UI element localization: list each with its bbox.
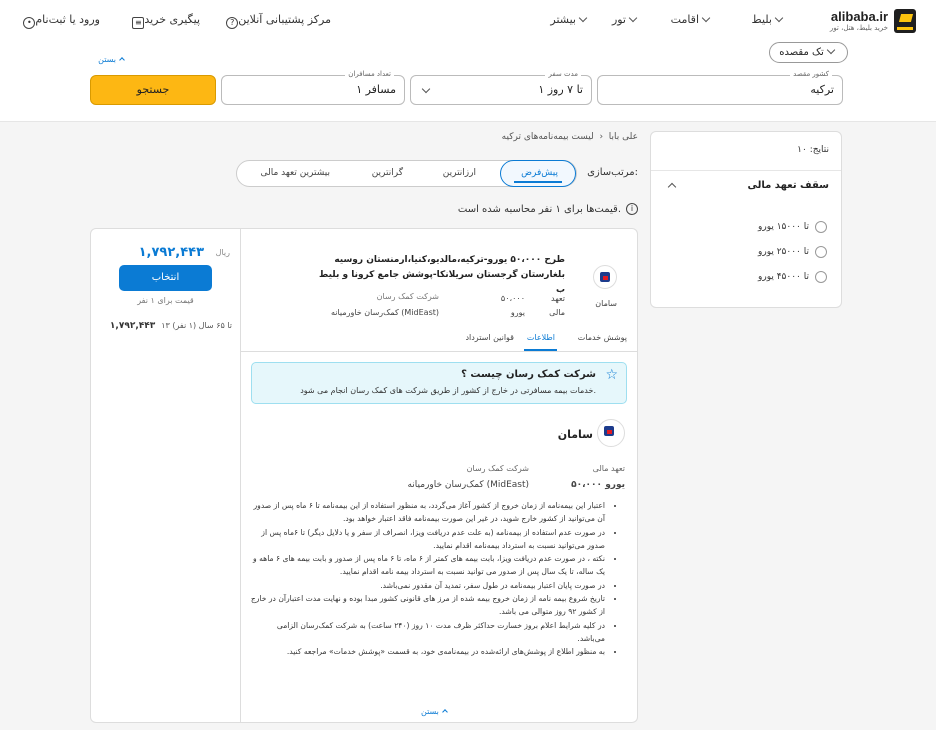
sort-default[interactable]: پیش‌فرض (521, 168, 558, 178)
filter-option-25000[interactable]: تا ۲۵۰۰۰ یورو (758, 246, 827, 258)
breadcrumb-separator-icon: ‹ (596, 132, 606, 142)
destination-country-field[interactable]: کشور مقصد ترکیه (597, 70, 843, 105)
detail-commitment-label: تعهد مالی (592, 464, 625, 473)
assist-company-alert: ☆ شرکت کمک رسان چیست ؟ خدمات بیمه مسافرت… (251, 362, 627, 404)
sort-cheapest[interactable]: ارزانترین (443, 168, 476, 178)
price-per-person: قیمت برای ۱ نفر (137, 296, 194, 305)
assist-label: شرکت کمک رسان (376, 292, 439, 301)
price-column: ۱,۷۹۲,۴۴۳ ریال انتخاب قیمت برای ۱ نفر ۱,… (91, 229, 241, 722)
search-button[interactable]: جستجو (90, 75, 216, 105)
breadcrumb: علی بابا ‹ لیست بیمه‌نامه‌های ترکیه (502, 132, 638, 142)
sort-bar: پیش‌فرض ارزانترین گرانترین بیشترین تعهد … (236, 160, 577, 187)
list-item: در صورت پایان اعتبار بیمه‌نامه در طول سف… (247, 579, 605, 592)
list-item: در صورت عدم استفاده از بیمه‌نامه (به علت… (247, 526, 605, 553)
price-value: ۱,۷۹۲,۴۴۳ (138, 245, 204, 260)
alert-description: خدمات بیمه مسافرتی در خارج از کشور از طر… (300, 386, 596, 395)
chevron-down-icon (701, 13, 711, 23)
radio-button[interactable] (815, 246, 827, 258)
list-item: در کلیه شرایط اعلام بروز خسارت حداکثر ظر… (247, 619, 605, 646)
receipt-icon: ≡ (132, 17, 145, 29)
assist-value: کمک‌رسان خاورمیانه (MidEast) (330, 308, 439, 317)
details-close-link[interactable]: بستن (421, 707, 451, 716)
chevron-down-icon (826, 45, 835, 55)
insurance-card: ۱,۷۹۲,۴۴۳ ریال انتخاب قیمت برای ۱ نفر ۱,… (90, 228, 638, 723)
list-item: به منظور اطلاع از پوشش‌های ارائه‌شده در … (247, 645, 605, 658)
chevron-down-icon (578, 13, 588, 23)
commitment-label: تعهد مالی (549, 294, 565, 317)
price-unit: ریال (215, 248, 230, 257)
search-close-link[interactable]: بستن (98, 55, 128, 64)
track-purchase-link[interactable]: ≡ پیگیری خرید (128, 13, 200, 29)
chevron-down-icon (628, 13, 638, 23)
trip-duration-field[interactable]: مدت سفر ۱ تا ۷ روز (410, 70, 592, 105)
results-count: نتایج: ۱۰ (797, 145, 829, 155)
plan-title: طرح ۵۰،۰۰۰ یورو-ترکیه،مالدیو،کنیا،ارمنست… (318, 255, 565, 295)
list-item: تاریخ شروع بیمه نامه از زمان خروج بیمه ش… (247, 592, 605, 619)
support-link[interactable]: ? مرکز پشتیبانی آنلاین (222, 13, 331, 29)
filter-sidebar: نتایج: ۱۰ سقف تعهد مالی تا ۱۵۰۰۰ یورو تا… (650, 131, 842, 308)
detail-commitment-value: ۵۰،۰۰۰ یورو (571, 480, 625, 490)
detail-assist-label: شرکت کمک رسان (466, 464, 529, 473)
trip-type-select[interactable]: تک مقصده (769, 42, 848, 63)
passengers-field[interactable]: تعداد مسافران ۱ مسافر (221, 70, 405, 105)
info-icon: i (626, 203, 638, 215)
nav-tour[interactable]: تور (612, 13, 640, 26)
price-info-note: i قیمت‌ها برای ۱ نفر محاسبه شده است. (458, 203, 638, 215)
star-icon: ☆ (605, 367, 618, 383)
saman-logo-large-icon (597, 419, 625, 447)
age-price-row: ۱,۷۹۲,۴۴۳ ۱۳ تا ۶۵ سال (۱ نفر) (109, 321, 232, 331)
breadcrumb-current: لیست بیمه‌نامه‌های ترکیه (501, 132, 594, 142)
chevron-down-icon (774, 13, 784, 23)
chevron-down-icon (421, 84, 431, 94)
divider (651, 170, 841, 171)
detail-insurer-name: سامان (557, 428, 593, 441)
nav-ticket[interactable]: بلیط (752, 13, 786, 26)
logo-icon (894, 9, 916, 33)
saman-logo-icon (593, 265, 617, 289)
sort-active-underline (514, 181, 562, 183)
alert-title: شرکت کمک رسان چیست ؟ (461, 369, 596, 380)
nav-stay[interactable]: اقامت (671, 13, 713, 26)
sort-highest-commitment[interactable]: بیشترین تعهد مالی (260, 168, 330, 178)
tabs-divider (241, 351, 637, 352)
sort-label: مرتب‌سازی: (587, 167, 638, 178)
filter-option-45000[interactable]: تا ۴۵۰۰۰ یورو (758, 271, 827, 283)
top-header: alibaba.ir خرید بلیط، هتل، تور بلیط اقام… (0, 0, 936, 122)
insurer-name: سامان (595, 299, 617, 308)
detail-assist-value: کمک‌رسان خاورمیانه (MidEast) (407, 480, 529, 490)
chevron-up-icon (119, 57, 125, 63)
sort-most-expensive[interactable]: گرانترین (372, 168, 403, 178)
select-button[interactable]: انتخاب (119, 265, 212, 291)
commitment-value: ۵۰،۰۰۰ یورو (500, 294, 525, 317)
logo-subtitle: خرید بلیط، هتل، تور (829, 24, 888, 32)
list-item: اعتبار این بیمه‌نامه از زمان خروج از کشو… (247, 499, 605, 526)
logo-text: alibaba.ir (830, 9, 888, 24)
policy-rules-list: اعتبار این بیمه‌نامه از زمان خروج از کشو… (247, 499, 617, 659)
chevron-up-icon (442, 709, 448, 715)
question-icon: ? (226, 17, 239, 29)
radio-button[interactable] (815, 271, 827, 283)
nav-more[interactable]: بیشتر (550, 13, 590, 26)
chevron-up-icon (667, 182, 677, 192)
tab-refund-rules[interactable]: قوانین استرداد (465, 333, 514, 342)
tab-coverage[interactable]: پوشش خدمات (578, 333, 627, 342)
filter-collapse-toggle[interactable] (665, 182, 679, 193)
filter-title: سقف تعهد مالی (747, 180, 830, 191)
list-item: نکته ، در صورت عدم دریافت ویزا، بابت بیم… (247, 552, 605, 579)
breadcrumb-home[interactable]: علی بابا (609, 132, 638, 142)
login-link[interactable]: • ورود یا ثبت‌نام (19, 13, 100, 29)
alibaba-logo[interactable]: alibaba.ir خرید بلیط، هتل، تور (820, 9, 916, 35)
filter-option-15000[interactable]: تا ۱۵۰۰۰ یورو (758, 221, 827, 233)
radio-button[interactable] (815, 221, 827, 233)
tab-info[interactable]: اطلاعات (527, 333, 555, 342)
user-icon: • (23, 17, 36, 29)
